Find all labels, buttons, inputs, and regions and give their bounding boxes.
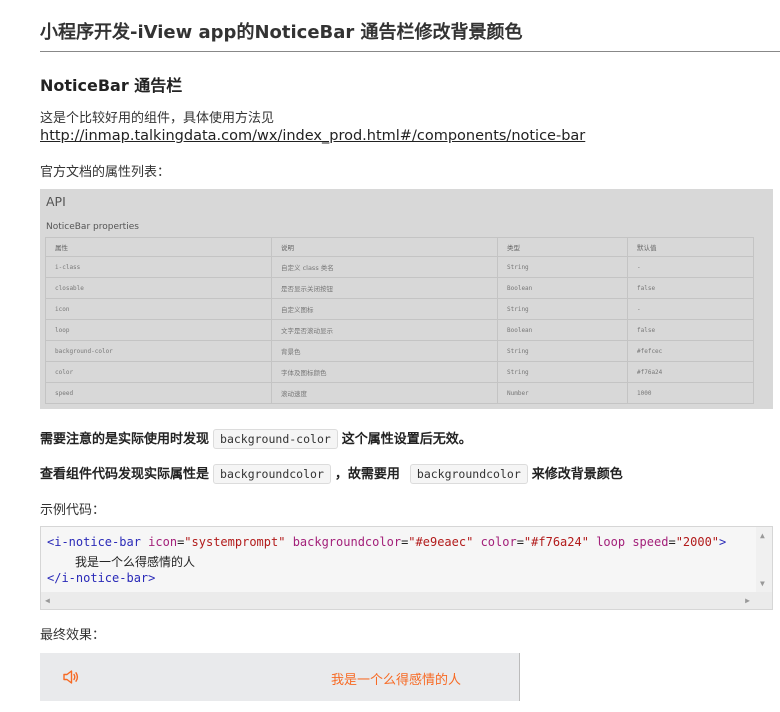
api-table-header: 属性 说明 类型 默认值 xyxy=(45,237,754,257)
note2-middle: ，故需要用 xyxy=(334,467,400,482)
table-cell: Number xyxy=(497,382,628,404)
table-row: speed 滚动速度 Number 1000 xyxy=(45,382,754,404)
scroll-up-icon[interactable]: ▲ xyxy=(760,531,765,540)
page-title: 小程序开发-iView app的NoticeBar 通告栏修改背景颜色 xyxy=(40,18,780,52)
table-cell: 是否显示关闭按钮 xyxy=(271,277,498,299)
vertical-scrollbar[interactable]: ▲ ▼ xyxy=(756,527,772,593)
result-caption: 最终效果： xyxy=(40,628,106,643)
inline-code: backgroundcolor xyxy=(213,464,331,484)
note-line-1: 需要注意的是实际使用时发现 background-color 这个属性设置后无效。 xyxy=(40,428,472,449)
table-cell: false xyxy=(627,319,754,341)
code-block[interactable]: <i-notice-bar icon="systemprompt" backgr… xyxy=(40,526,773,610)
props-caption: 官方文档的属性列表： xyxy=(40,165,171,180)
table-row: color 字体及图标颜色 String #f76a24 xyxy=(45,361,754,383)
table-cell: 背景色 xyxy=(271,340,498,362)
api-header-cell: 默认值 xyxy=(627,237,754,257)
code-line-3: </i-notice-bar> xyxy=(47,571,156,585)
table-row: loop 文字是否滚动显示 Boolean false xyxy=(45,319,754,341)
table-cell: String xyxy=(497,298,628,320)
api-table: 属性 说明 类型 默认值 i-class 自定义 class 类名 String… xyxy=(45,237,754,404)
table-cell: String xyxy=(497,361,628,383)
scroll-left-icon[interactable]: ◀ xyxy=(45,596,50,605)
table-row: background-color 背景色 String #fefcec xyxy=(45,340,754,362)
code-line-2: 我是一个么得感情的人 xyxy=(75,555,196,569)
notice-bar-result: 我是一个么得感情的人 xyxy=(40,653,520,701)
notice-bar-text: 我是一个么得感情的人 xyxy=(331,673,462,688)
intro-text: 这是个比较好用的组件，具体使用方法见 xyxy=(40,111,275,126)
table-row: i-class 自定义 class 类名 String - xyxy=(45,256,754,278)
table-cell: speed xyxy=(45,382,272,404)
api-subtitle: NoticeBar properties xyxy=(46,222,139,232)
table-cell: 1000 xyxy=(627,382,754,404)
example-caption: 示例代码： xyxy=(40,503,106,518)
inline-code: background-color xyxy=(213,429,338,449)
scroll-down-icon[interactable]: ▼ xyxy=(760,579,765,588)
inline-code: backgroundcolor xyxy=(409,464,528,484)
section-heading: NoticeBar 通告栏 xyxy=(40,76,183,95)
table-cell: Boolean xyxy=(497,319,628,341)
table-cell: - xyxy=(627,256,754,278)
api-header-cell: 类型 xyxy=(497,237,628,257)
note-line-2: 查看组件代码发现实际属性是 backgroundcolor ，故需要用 backgro… xyxy=(40,463,623,484)
note2-after: 来修改背景颜色 xyxy=(531,467,623,482)
table-cell: false xyxy=(627,277,754,299)
api-title: API xyxy=(46,194,66,209)
table-cell: #f76a24 xyxy=(627,361,754,383)
scroll-right-icon[interactable]: ▶ xyxy=(745,596,750,605)
table-cell: Boolean xyxy=(497,277,628,299)
api-header-cell: 属性 xyxy=(45,237,272,257)
note1-after: 这个属性设置后无效。 xyxy=(341,432,472,447)
table-cell: 自定义 class 类名 xyxy=(271,256,498,278)
horizontal-scrollbar[interactable]: ◀ ▶ xyxy=(41,592,772,609)
table-cell: 字体及图标颜色 xyxy=(271,361,498,383)
table-cell: i-class xyxy=(45,256,272,278)
api-properties-image: API NoticeBar properties 属性 说明 类型 默认值 i-… xyxy=(40,189,773,409)
table-cell: 文字是否滚动显示 xyxy=(271,319,498,341)
table-row: icon 自定义图标 String - xyxy=(45,298,754,320)
note2-before: 查看组件代码发现实际属性是 xyxy=(40,467,210,482)
table-cell: String xyxy=(497,340,628,362)
table-cell: loop xyxy=(45,319,272,341)
table-cell: 自定义图标 xyxy=(271,298,498,320)
code-line-1: <i-notice-bar icon="systemprompt" backgr… xyxy=(47,535,727,549)
speaker-icon xyxy=(63,670,79,684)
table-cell: background-color xyxy=(45,340,272,362)
table-cell: icon xyxy=(45,298,272,320)
table-cell: 滚动速度 xyxy=(271,382,498,404)
table-cell: #fefcec xyxy=(627,340,754,362)
table-cell: closable xyxy=(45,277,272,299)
table-cell: String xyxy=(497,256,628,278)
note1-before: 需要注意的是实际使用时发现 xyxy=(40,432,210,447)
table-row: closable 是否显示关闭按钮 Boolean false xyxy=(45,277,754,299)
table-cell: color xyxy=(45,361,272,383)
doc-link[interactable]: http://inmap.talkingdata.com/wx/index_pr… xyxy=(40,128,585,144)
api-header-cell: 说明 xyxy=(271,237,498,257)
table-cell: - xyxy=(627,298,754,320)
